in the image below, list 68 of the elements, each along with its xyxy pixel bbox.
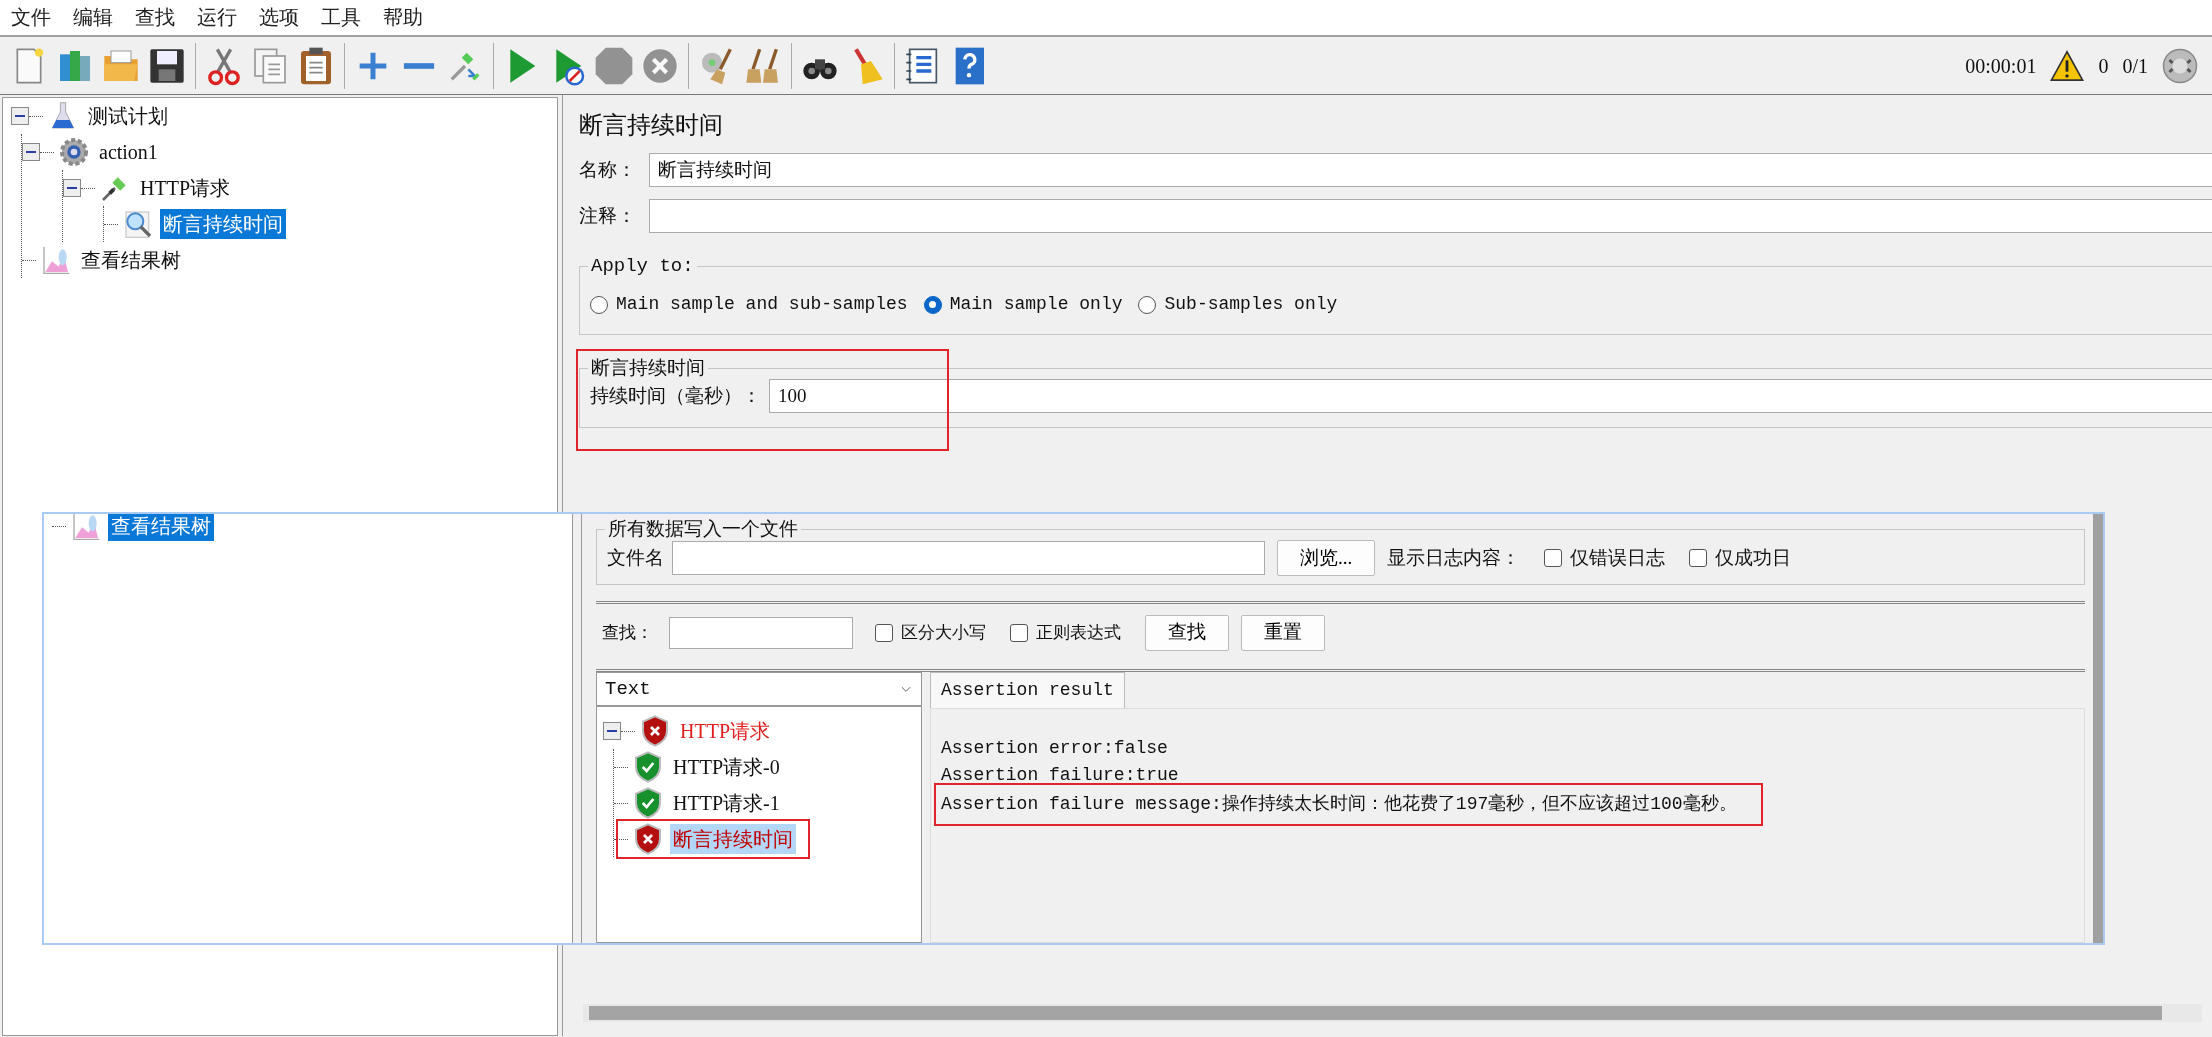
stop-sign-icon [594,45,634,86]
shield-x-icon [639,715,671,747]
search-action-button[interactable]: 查找 [1145,614,1229,651]
menu-item[interactable]: 文件 [0,0,62,35]
radio-option[interactable]: Sub-samples only [1138,291,1338,318]
radio-option[interactable]: Main sample and sub-samples [590,291,908,318]
menu-item[interactable]: 查找 [124,0,186,35]
result-line: Assertion error:false [941,737,1168,760]
elapsed-time: 00:00:01 [1965,53,2037,79]
tab[interactable]: Assertion result [930,672,1125,708]
collapse-toggle[interactable] [603,722,621,740]
tree-item[interactable]: 断言持续时间 [670,824,796,854]
gear-icon [58,136,90,168]
group-title: 断言持续时间 [590,357,706,379]
input-field[interactable] [649,199,2212,233]
field-label: 显示日志内容： [1387,545,1521,570]
menu-item[interactable]: 工具 [310,0,372,35]
tree-item[interactable]: HTTP请求-0 [670,752,783,782]
tree-item[interactable]: HTTP请求-1 [670,788,783,818]
renderer-dropdown[interactable]: Text [596,672,922,706]
checkbox-option[interactable]: 仅错误日志 [1544,543,1666,573]
group-title: 所有数据写入一个文件 [607,518,799,540]
panel-title: 断言持续时间 [579,111,724,140]
collapse-toggle[interactable] [22,143,40,161]
field-label: 持续时间（毫秒）： [590,383,761,408]
scrollbar-thumb[interactable] [589,1006,2162,1020]
menu-item[interactable]: 编辑 [62,0,124,35]
tree-item[interactable]: 查看结果树 [78,245,184,275]
field-label: 文件名 [607,545,664,570]
menu-item[interactable]: 运行 [186,0,248,35]
checkbox-option[interactable]: 仅成功日 [1689,543,1792,573]
input-field[interactable] [672,541,1265,575]
radio-option[interactable]: Main sample only [923,291,1123,318]
checkbox-option[interactable]: 正则表达式 [1010,619,1121,646]
thread-count: 0/1 [2122,53,2148,79]
result-line: Assertion failure message:操作持续太长时间：他花费了197毫秒，但不应该超过100毫秒。 [941,792,1737,816]
result-line: Assertion failure:true [941,764,1179,787]
group-title: Apply to: [590,255,695,277]
tree-item[interactable]: HTTP请求 [677,716,773,746]
collapse-toggle[interactable] [11,107,29,125]
input-field[interactable]: 断言持续时间 [649,153,2212,187]
warning-icon [2050,48,2085,83]
chart-icon [40,244,72,276]
shield-check-icon [632,751,664,783]
input-field[interactable] [669,616,853,649]
tree-item[interactable]: action1 [96,137,161,167]
shield-check-icon [632,787,664,819]
warning-count: 0 [2098,53,2109,79]
field-label: 查找： [602,621,653,644]
minus-icon [402,61,436,70]
field-label: 注释： [579,203,637,228]
tree-item[interactable]: 查看结果树 [108,514,214,541]
collapse-toggle[interactable] [63,179,81,197]
menu-item[interactable]: 帮助 [372,0,434,35]
field-label: 名称： [579,157,637,182]
shield-x-icon [632,823,664,855]
input-field[interactable]: 100 [769,379,2212,413]
tree-item[interactable]: 断言持续时间 [160,209,286,239]
chart-icon [70,514,102,542]
magnifier-icon [122,208,154,240]
scrollbar[interactable] [583,1004,2202,1022]
browse-button[interactable]: 浏览... [1277,540,1376,576]
checkbox-option[interactable]: 区分大小写 [875,619,986,646]
menu-item[interactable]: 选项 [248,0,310,35]
tree-item[interactable]: 测试计划 [85,101,171,131]
tree-item[interactable]: HTTP请求 [137,173,233,203]
search-action-button[interactable]: 重置 [1241,614,1325,651]
splitter[interactable] [572,514,582,943]
